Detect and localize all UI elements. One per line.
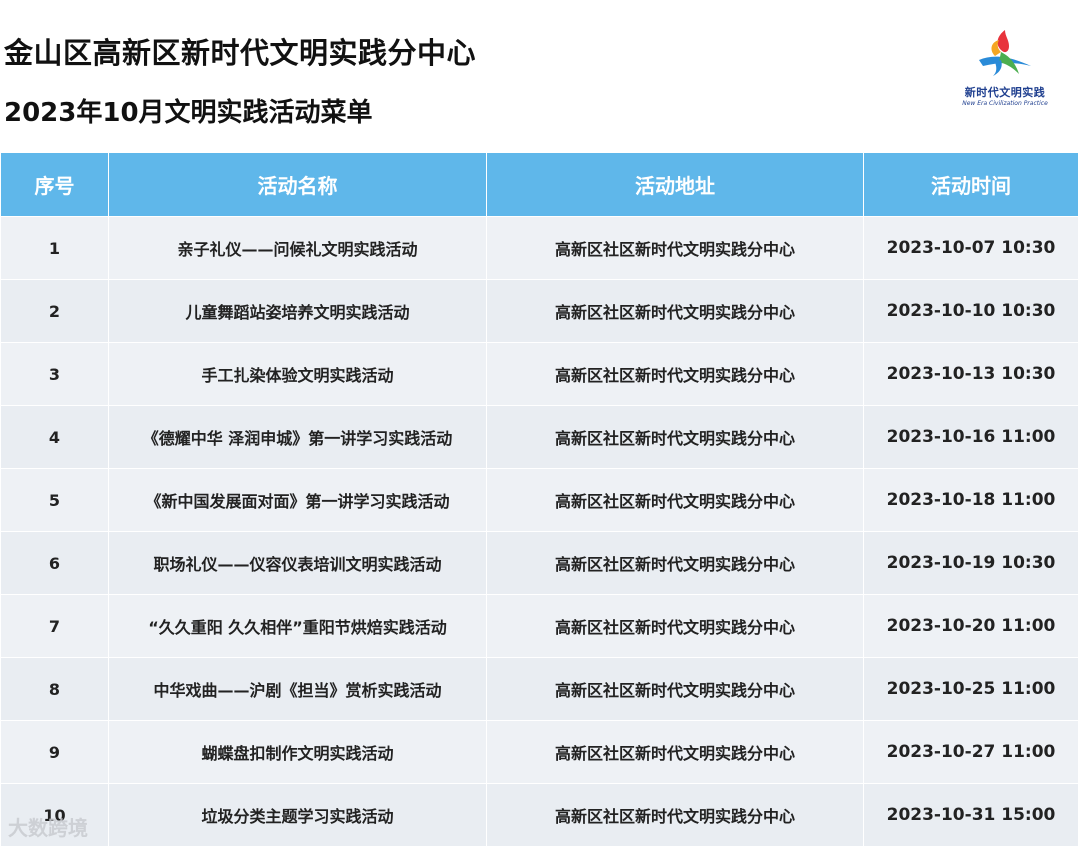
cell-name: 中华戏曲——沪剧《担当》赏析实践活动 [109, 657, 487, 720]
cell-address: 高新区社区新时代文明实践分中心 [487, 216, 864, 279]
column-header-no: 序号 [1, 153, 109, 216]
cell-no: 7 [1, 594, 109, 657]
cell-name: 职场礼仪——仪容仪表培训文明实践活动 [109, 531, 487, 594]
cell-name: 儿童舞蹈站姿培养文明实践活动 [109, 279, 487, 342]
cell-time: 2023-10-31 15:00 [864, 783, 1078, 846]
column-header-name: 活动名称 [109, 153, 487, 216]
cell-name: 《新中国发展面对面》第一讲学习实践活动 [109, 468, 487, 531]
cell-address: 高新区社区新时代文明实践分中心 [487, 720, 864, 783]
table-row: 1 亲子礼仪——问候礼文明实践活动 高新区社区新时代文明实践分中心 2023-1… [1, 216, 1078, 279]
cell-time: 2023-10-07 10:30 [864, 216, 1078, 279]
civilization-practice-logo: 新时代文明实践 New Era Civilization Practice [955, 26, 1055, 116]
cell-address: 高新区社区新时代文明实践分中心 [487, 594, 864, 657]
activity-table: 序号 活动名称 活动地址 活动时间 1 亲子礼仪——问候礼文明实践活动 高新区社… [1, 153, 1078, 846]
cell-time: 2023-10-13 10:30 [864, 342, 1078, 405]
page-title: 金山区高新区新时代文明实践分中心 [4, 36, 477, 70]
cell-time: 2023-10-25 11:00 [864, 657, 1078, 720]
cell-address: 高新区社区新时代文明实践分中心 [487, 531, 864, 594]
column-header-address: 活动地址 [487, 153, 864, 216]
table-row: 5 《新中国发展面对面》第一讲学习实践活动 高新区社区新时代文明实践分中心 20… [1, 468, 1078, 531]
cell-time: 2023-10-27 11:00 [864, 720, 1078, 783]
cell-no: 3 [1, 342, 109, 405]
cell-address: 高新区社区新时代文明实践分中心 [487, 468, 864, 531]
cell-address: 高新区社区新时代文明实践分中心 [487, 783, 864, 846]
cell-address: 高新区社区新时代文明实践分中心 [487, 657, 864, 720]
table-row: 4 《德耀中华 泽润申城》第一讲学习实践活动 高新区社区新时代文明实践分中心 2… [1, 405, 1078, 468]
table-row: 8 中华戏曲——沪剧《担当》赏析实践活动 高新区社区新时代文明实践分中心 202… [1, 657, 1078, 720]
table-row: 10 垃圾分类主题学习实践活动 高新区社区新时代文明实践分中心 2023-10-… [1, 783, 1078, 846]
cell-time: 2023-10-20 11:00 [864, 594, 1078, 657]
table-row: 3 手工扎染体验文明实践活动 高新区社区新时代文明实践分中心 2023-10-1… [1, 342, 1078, 405]
cell-address: 高新区社区新时代文明实践分中心 [487, 405, 864, 468]
cell-no: 1 [1, 216, 109, 279]
page-subtitle: 2023年10月文明实践活动菜单 [4, 98, 373, 128]
table-row: 6 职场礼仪——仪容仪表培训文明实践活动 高新区社区新时代文明实践分中心 202… [1, 531, 1078, 594]
cell-time: 2023-10-10 10:30 [864, 279, 1078, 342]
table-header-row: 序号 活动名称 活动地址 活动时间 [1, 153, 1078, 216]
cell-name: 蝴蝶盘扣制作文明实践活动 [109, 720, 487, 783]
cell-no: 6 [1, 531, 109, 594]
logo-text-cn: 新时代文明实践 [964, 86, 1046, 99]
cell-name: 亲子礼仪——问候礼文明实践活动 [109, 216, 487, 279]
logo-text-en: New Era Civilization Practice [962, 100, 1048, 107]
cell-address: 高新区社区新时代文明实践分中心 [487, 279, 864, 342]
column-header-time: 活动时间 [864, 153, 1078, 216]
table-row: 9 蝴蝶盘扣制作文明实践活动 高新区社区新时代文明实践分中心 2023-10-2… [1, 720, 1078, 783]
cell-no: 2 [1, 279, 109, 342]
cell-time: 2023-10-18 11:00 [864, 468, 1078, 531]
cell-address: 高新区社区新时代文明实践分中心 [487, 342, 864, 405]
cell-name: 垃圾分类主题学习实践活动 [109, 783, 487, 846]
logo-emblem-icon [979, 30, 1031, 76]
cell-no: 8 [1, 657, 109, 720]
cell-name: 《德耀中华 泽润申城》第一讲学习实践活动 [109, 405, 487, 468]
cell-time: 2023-10-19 10:30 [864, 531, 1078, 594]
table-row: 7 “久久重阳 久久相伴”重阳节烘焙实践活动 高新区社区新时代文明实践分中心 2… [1, 594, 1078, 657]
cell-name: “久久重阳 久久相伴”重阳节烘焙实践活动 [109, 594, 487, 657]
cell-no: 9 [1, 720, 109, 783]
watermark: 大数跨境 [8, 816, 88, 840]
cell-name: 手工扎染体验文明实践活动 [109, 342, 487, 405]
cell-no: 4 [1, 405, 109, 468]
cell-no: 5 [1, 468, 109, 531]
cell-time: 2023-10-16 11:00 [864, 405, 1078, 468]
table-row: 2 儿童舞蹈站姿培养文明实践活动 高新区社区新时代文明实践分中心 2023-10… [1, 279, 1078, 342]
